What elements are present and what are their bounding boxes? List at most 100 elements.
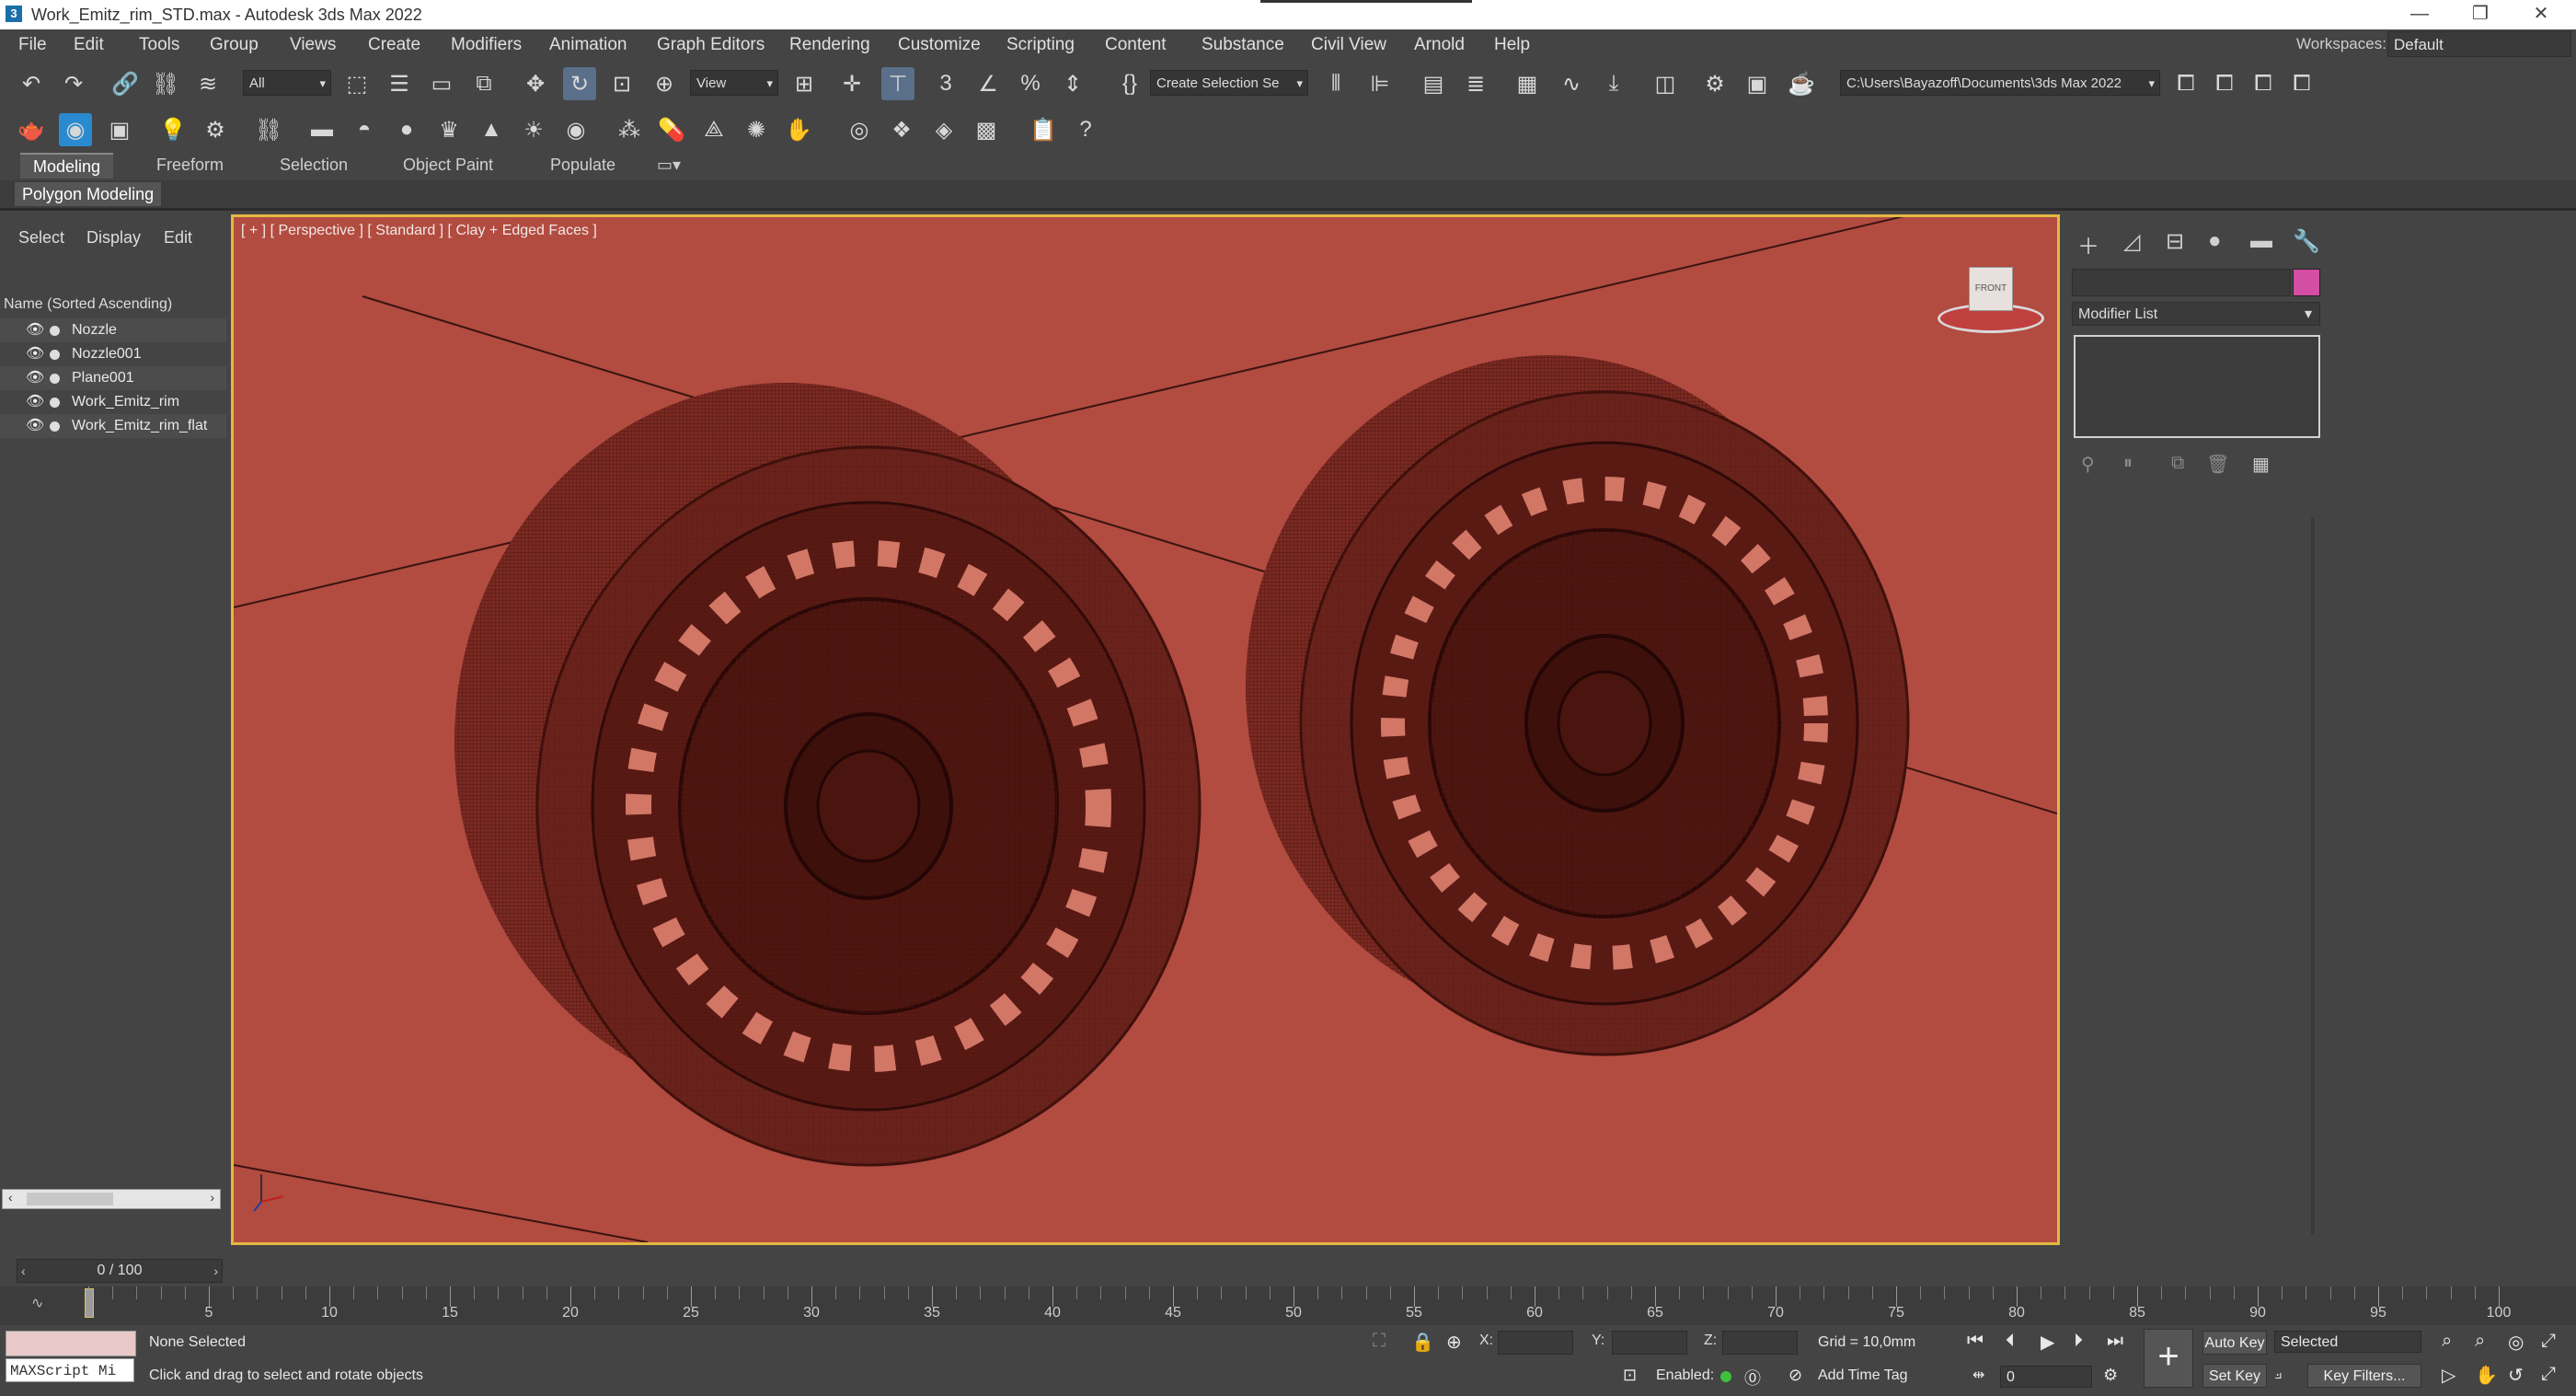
pyramid-icon[interactable]: ⟁ — [697, 113, 730, 146]
close-button[interactable]: ✕ — [2523, 2, 2559, 26]
3ds-icon[interactable]: ◉ — [59, 113, 92, 146]
select-and-scale-icon[interactable]: ⊡ — [605, 67, 638, 100]
perspective-viewport[interactable]: [ + ] [ Perspective ] [ Standard ] [ Cla… — [231, 214, 2060, 1245]
unlink-icon[interactable]: ⛓ — [149, 67, 182, 100]
time-slider-prev-icon[interactable]: ‹ — [21, 1260, 26, 1282]
current-frame-field[interactable]: 0 — [2000, 1366, 2092, 1388]
time-slider-next-icon[interactable]: › — [213, 1260, 218, 1282]
select-and-rotate-icon[interactable]: ↻ — [563, 67, 596, 100]
zoom-icon[interactable]: ⌕ — [2442, 1331, 2452, 1352]
curve-editor-icon[interactable]: ∿ — [1555, 67, 1588, 100]
menu-help[interactable]: Help — [1494, 35, 1530, 55]
menu-arnold[interactable]: Arnold — [1414, 35, 1465, 55]
tree-item[interactable]: 👁 Nozzle001 — [0, 342, 226, 366]
reference-coordinate-dropdown[interactable]: View — [690, 70, 778, 97]
explorer-tab-edit[interactable]: Edit — [164, 228, 192, 248]
tree-item[interactable]: 👁 Work_Emitz_rim — [0, 390, 226, 414]
named-selection-dropdown[interactable]: Create Selection Se — [1150, 70, 1308, 97]
restore-button[interactable]: ❐ — [2462, 2, 2499, 26]
ball-icon[interactable]: ◉ — [559, 113, 592, 146]
sun-icon[interactable]: ☀ — [517, 113, 550, 146]
pivot-center-icon[interactable]: ⊞ — [788, 67, 821, 100]
explorer-tab-display[interactable]: Display — [86, 228, 141, 248]
undo-icon[interactable]: ↶ — [15, 67, 48, 100]
schematic-view-icon[interactable]: ⤓ — [1597, 67, 1630, 100]
maximize-viewport-icon[interactable]: ⤢ — [2541, 1364, 2556, 1385]
motion-tab-icon[interactable]: ● — [2208, 228, 2222, 254]
clipboard-icon[interactable]: 📋 — [1027, 113, 1060, 146]
substance-icon[interactable]: ◈ — [927, 113, 960, 146]
freeze-dot-icon[interactable] — [50, 421, 60, 432]
menu-civil-view[interactable]: Civil View — [1311, 35, 1386, 55]
teapot-icon[interactable]: 🫖 — [15, 113, 48, 146]
menu-views[interactable]: Views — [290, 35, 336, 55]
command-panel-scrollbar[interactable] — [2311, 517, 2315, 1235]
time-configuration-icon[interactable]: ⚙ — [2103, 1366, 2118, 1385]
visibility-eye-icon[interactable]: 👁 — [26, 390, 44, 414]
set-key-big-button[interactable]: + — [2144, 1329, 2193, 1388]
menu-tools[interactable]: Tools — [139, 35, 179, 55]
gear-icon[interactable]: ✺ — [740, 113, 773, 146]
cloner-icon[interactable]: ⛓ — [252, 113, 285, 146]
create-tab-icon[interactable]: ＋ — [2077, 228, 2099, 260]
workspaces-dropdown[interactable]: Default — [2387, 31, 2571, 57]
project-icon-3[interactable]: ⧠ — [2247, 67, 2280, 100]
freeze-dot-icon[interactable] — [50, 326, 60, 336]
sphere-material-icon[interactable]: ◎ — [843, 113, 876, 146]
project-folder-dropdown[interactable]: C:\Users\Bayazoff\Documents\3ds Max 2022 — [1840, 70, 2160, 97]
ribbon-options-icon[interactable]: ▭▾ — [644, 153, 694, 177]
menu-file[interactable]: File — [18, 35, 47, 55]
zoom-all-icon[interactable]: ⌕ — [2475, 1331, 2485, 1352]
menu-edit[interactable]: Edit — [74, 35, 104, 55]
maxscript-mini-listener[interactable]: MAXScript Mi — [6, 1358, 134, 1382]
tree-item[interactable]: 👁 Nozzle — [0, 318, 226, 342]
configure-modifier-sets-icon[interactable]: ▦ — [2252, 453, 2270, 476]
maxscript-listener-output[interactable] — [6, 1331, 136, 1356]
default-tangent-icon[interactable]: ⟓ — [2274, 1364, 2283, 1383]
name-column-header[interactable]: Name (Sorted Ascending) — [4, 296, 172, 313]
zoom-extents-icon[interactable]: ◎ — [2508, 1331, 2524, 1354]
edit-named-selection-icon[interactable]: {} — [1113, 67, 1146, 100]
z-coord-field[interactable] — [1722, 1331, 1798, 1355]
time-tag-indicator-icon[interactable]: ⓪ — [1744, 1366, 1761, 1390]
visibility-eye-icon[interactable]: 👁 — [26, 366, 44, 390]
angle-snap-icon[interactable]: ∠ — [972, 67, 1005, 100]
hemisphere-icon[interactable]: ◓ — [348, 113, 381, 146]
key-mode-dropdown[interactable]: Selected — [2274, 1331, 2421, 1353]
y-coord-field[interactable] — [1612, 1331, 1687, 1355]
zoom-extents-all-icon[interactable]: ⤢ — [2541, 1331, 2556, 1352]
track-bar[interactable]: ∿ 5 10 15 20 25 30 35 40 45 50 55 60 65 70 75 80 85 90 95 1… — [0, 1286, 2576, 1325]
menu-scripting[interactable]: Scripting — [1006, 35, 1075, 55]
render-production-icon[interactable]: ☕ — [1785, 67, 1818, 100]
light-lister-icon[interactable]: 💡 — [156, 113, 190, 146]
next-frame-icon[interactable]: ⏵ — [2074, 1331, 2083, 1352]
selection-filter-dropdown[interactable]: All — [243, 70, 331, 97]
utilities-tab-icon[interactable]: 🔧 — [2293, 228, 2320, 255]
menu-substance[interactable]: Substance — [1202, 35, 1284, 55]
menu-animation[interactable]: Animation — [549, 35, 627, 55]
box-icon[interactable]: ▬ — [305, 113, 339, 146]
scroll-left-icon[interactable]: ‹ — [8, 1190, 13, 1205]
layer-explorer-icon[interactable]: ≣ — [1459, 67, 1492, 100]
project-icon-1[interactable]: ⧠ — [2169, 67, 2202, 100]
field-of-view-icon[interactable]: ▷ — [2442, 1364, 2455, 1387]
cone-icon[interactable]: ▲ — [475, 113, 508, 146]
select-and-place-icon[interactable]: ⊕ — [648, 67, 681, 100]
rendered-frame-window-icon[interactable]: ▣ — [1741, 67, 1774, 100]
sphere-icon[interactable]: ● — [390, 113, 423, 146]
pan-view-icon[interactable]: ✋ — [2475, 1364, 2498, 1387]
link-icon[interactable]: 🔗 — [109, 67, 142, 100]
color-palette-icon[interactable]: ❖ — [885, 113, 918, 146]
tab-freeform[interactable]: Freeform — [144, 153, 236, 177]
previous-frame-icon[interactable]: ⏴ — [2006, 1331, 2015, 1352]
display-tab-icon[interactable]: ▬ — [2250, 228, 2272, 254]
menu-modifiers[interactable]: Modifiers — [451, 35, 522, 55]
tab-selection[interactable]: Selection — [267, 153, 361, 177]
bind-spacewarp-icon[interactable]: ≋ — [191, 67, 224, 100]
show-end-result-icon[interactable]: ⏸ — [2123, 453, 2133, 474]
object-properties-icon[interactable]: ⚙ — [199, 113, 232, 146]
particles-icon[interactable]: ⁂ — [613, 113, 646, 146]
project-icon-2[interactable]: ⧠ — [2208, 67, 2241, 100]
render-setup-icon[interactable]: ⚙ — [1698, 67, 1731, 100]
redo-icon[interactable]: ↷ — [57, 67, 90, 100]
